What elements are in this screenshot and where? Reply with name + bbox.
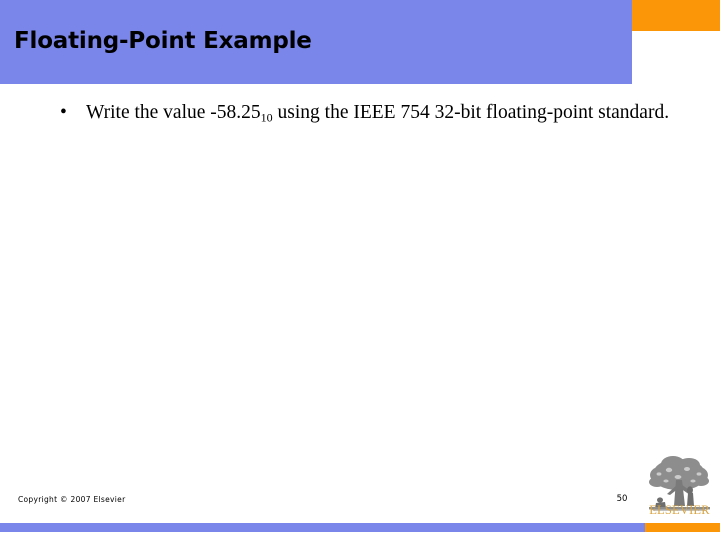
page-title: Floating-Point Example (14, 28, 312, 54)
footer-accent-bar (645, 523, 720, 532)
bullet-text-part-1: Write the value -58.25 (86, 102, 261, 123)
list-item: • Write the value -58.2510 using the IEE… (54, 100, 684, 126)
elsevier-wordmark: ELSEVIER (649, 503, 710, 517)
header-accent-bar (632, 0, 720, 31)
slide-body: • Write the value -58.2510 using the IEE… (54, 100, 684, 126)
list-item-text: Write the value -58.2510 using the IEEE … (86, 100, 684, 126)
copyright-notice: Copyright © 2007 Elsevier (18, 495, 126, 504)
slide-canvas: Floating-Point Example • Write the value… (0, 0, 720, 540)
bullet-text-part-2: using the IEEE 754 32-bit floating-point… (272, 102, 670, 123)
footer-color-band (0, 523, 645, 532)
bullet-subscript: 10 (260, 110, 273, 125)
bullet-marker-icon: • (60, 102, 67, 123)
page-number: 50 (616, 494, 628, 504)
